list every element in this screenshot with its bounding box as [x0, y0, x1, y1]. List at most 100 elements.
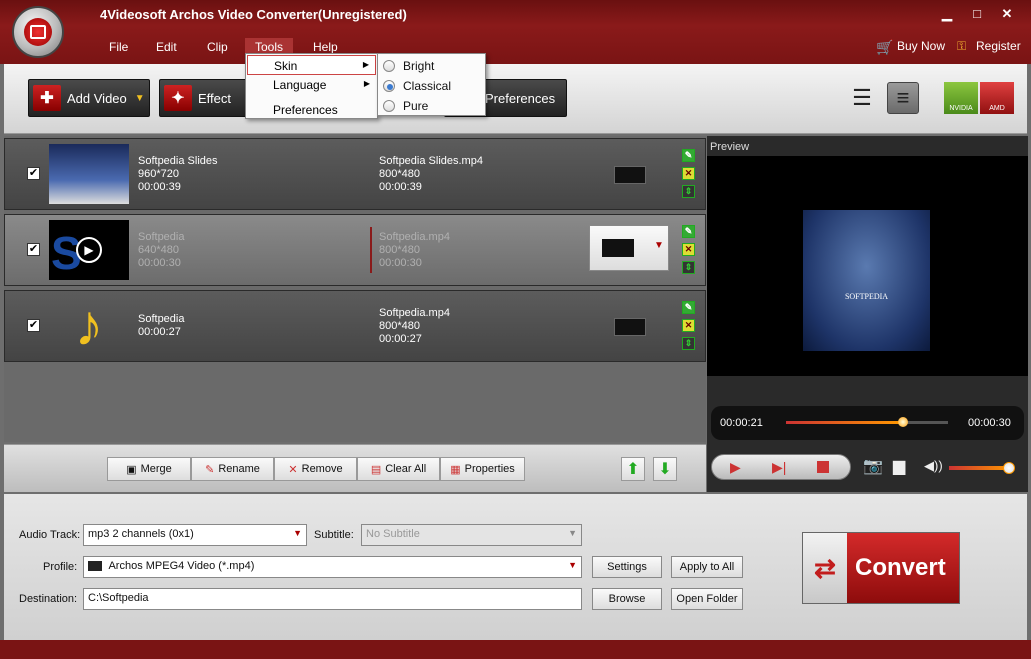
clear-all-button[interactable]: ▤ Clear All	[357, 457, 440, 481]
delete-icon[interactable]: ✕	[682, 319, 695, 332]
properties-button[interactable]: ▦ Properties	[440, 457, 525, 481]
video-thumbnail	[49, 144, 129, 204]
submenu-arrow-icon: ▶	[362, 60, 369, 69]
volume-icon[interactable]: ◀))	[924, 458, 943, 474]
profile-select[interactable]: Archos MPEG4 Video (*.mp4) ▼	[83, 556, 582, 578]
stop-icon[interactable]	[817, 461, 829, 473]
convert-button[interactable]: ⇄ Convert	[802, 532, 960, 604]
add-video-icon: ✚	[33, 85, 61, 111]
merge-button[interactable]: ▣ Merge	[107, 457, 191, 481]
video-thumbnail: S ▶	[49, 220, 129, 280]
menu-tools[interactable]: Tools	[245, 38, 293, 54]
minimize-icon[interactable]: ▁	[938, 6, 956, 22]
audio-track-select[interactable]: mp3 2 channels (0x1) ▼	[83, 524, 307, 546]
pencil-icon: ✎	[205, 463, 215, 476]
add-video-label: Add Video	[67, 90, 127, 106]
list-item[interactable]: ✔ ♪ Softpedia 00:00:27 Softpedia.mp4 800*4…	[4, 290, 706, 362]
menu-edit[interactable]: Edit	[156, 40, 177, 54]
preview-label: Preview	[710, 141, 750, 153]
effect-button[interactable]: ✦ Effect	[159, 79, 249, 117]
status-bar	[0, 640, 1031, 659]
remove-button[interactable]: ✕ Remove	[274, 457, 357, 481]
rename-label: Rename	[218, 463, 260, 475]
expand-icon[interactable]: ⇕	[682, 337, 695, 350]
open-folder-button[interactable]: Open Folder	[671, 588, 743, 610]
menu-help[interactable]: Help	[313, 40, 338, 54]
apply-to-all-button[interactable]: Apply to All	[671, 556, 743, 578]
app-logo-icon	[12, 6, 64, 58]
skin-option-classical[interactable]: Classical	[378, 76, 485, 96]
playback-controls: ▶ ▶|	[711, 454, 851, 480]
audio-track-label: Audio Track:	[19, 529, 81, 541]
file-checkbox[interactable]: ✔	[27, 167, 40, 180]
register-link[interactable]: Register	[976, 39, 1021, 53]
settings-button[interactable]: Settings	[592, 556, 662, 578]
skin-option-pure[interactable]: Pure	[378, 96, 485, 116]
properties-icon: ▦	[450, 463, 461, 476]
list-view-icon[interactable]: ☰	[846, 82, 878, 114]
menu-clip[interactable]: Clip	[207, 40, 228, 54]
output-info: Softpedia Slides.mp4 800*480 00:00:39	[379, 155, 483, 193]
move-down-icon[interactable]: ⬇	[653, 457, 677, 481]
preview-screen: SOFTPEDIA	[707, 156, 1028, 376]
snapshot-icon[interactable]: 📷	[863, 456, 883, 476]
divider	[370, 227, 372, 273]
source-info: Softpedia 00:00:27	[138, 313, 185, 338]
play-overlay-icon[interactable]: ▶	[76, 237, 102, 263]
edit-icon[interactable]: ✎	[682, 301, 695, 314]
seek-bar[interactable]: 00:00:21 00:00:30	[711, 406, 1024, 440]
next-frame-icon[interactable]: ▶|	[772, 459, 786, 476]
output-info: Softpedia.mp4 800*480 00:00:27	[379, 307, 450, 345]
menu-item-language[interactable]: Language ▶	[247, 75, 376, 95]
edit-icon[interactable]: ✎	[682, 149, 695, 162]
delete-icon[interactable]: ✕	[682, 167, 695, 180]
clear-all-label: Clear All	[385, 463, 427, 475]
key-icon[interactable]: ⚿	[957, 39, 966, 54]
destination-input[interactable]: C:\Softpedia	[83, 588, 582, 610]
cart-icon[interactable]: 🛒	[876, 39, 893, 56]
amd-icon: AMD	[980, 82, 1014, 114]
detail-view-icon[interactable]: ≡	[887, 82, 919, 114]
profile-label: Profile:	[43, 561, 78, 573]
subtitle-label: Subtitle:	[314, 529, 354, 541]
buy-now-link[interactable]: Buy Now	[897, 39, 945, 53]
file-checkbox[interactable]: ✔	[27, 319, 40, 332]
radio-selected-icon	[383, 80, 395, 92]
radio-icon	[383, 100, 395, 112]
seek-track[interactable]	[786, 417, 948, 427]
expand-icon[interactable]: ⇕	[682, 261, 695, 274]
volume-handle[interactable]	[1003, 462, 1015, 474]
preferences-label: Preferences	[485, 90, 556, 106]
folder-icon[interactable]: ▆	[893, 456, 905, 476]
expand-icon[interactable]: ⇕	[682, 185, 695, 198]
menu-item-preferences[interactable]: Preferences	[247, 100, 376, 120]
skin-option-bright[interactable]: Bright	[378, 56, 485, 76]
restore-icon[interactable]: □	[968, 6, 986, 22]
output-format-icon[interactable]	[614, 318, 646, 336]
play-icon[interactable]: ▶	[730, 459, 741, 476]
browse-button[interactable]: Browse	[592, 588, 662, 610]
subtitle-select[interactable]: No Subtitle ▼	[361, 524, 582, 546]
merge-icon: ▣	[126, 463, 137, 476]
file-checkbox[interactable]: ✔	[27, 243, 40, 256]
output-format-dropdown[interactable]: ▼	[589, 225, 669, 271]
add-video-button[interactable]: ✚ Add Video ▼	[28, 79, 150, 117]
list-item[interactable]: ✔ S ▶ Softpedia 640*480 00:00:30 Softpedia…	[4, 214, 706, 286]
close-icon[interactable]: ✕	[998, 6, 1016, 22]
dropdown-arrow-icon[interactable]: ▼	[135, 93, 145, 104]
window-title: 4Videosoft Archos Video Converter(Unregi…	[100, 7, 407, 22]
volume-slider[interactable]	[949, 462, 1015, 474]
rename-button[interactable]: ✎ Rename	[191, 457, 274, 481]
destination-label: Destination:	[19, 593, 78, 605]
menu-file[interactable]: File	[109, 40, 128, 54]
output-format-icon[interactable]	[614, 166, 646, 184]
list-item[interactable]: ✔ Softpedia Slides 960*720 00:00:39 Softpe…	[4, 138, 706, 210]
menu-item-skin[interactable]: Skin ▶	[247, 55, 376, 75]
total-time: 00:00:30	[968, 417, 1011, 429]
chevron-down-icon: ▼	[654, 240, 664, 251]
seek-handle[interactable]	[897, 417, 908, 427]
edit-icon[interactable]: ✎	[682, 225, 695, 238]
delete-icon[interactable]: ✕	[682, 243, 695, 256]
move-up-icon[interactable]: ⬆	[621, 457, 645, 481]
effect-label: Effect	[198, 90, 232, 106]
